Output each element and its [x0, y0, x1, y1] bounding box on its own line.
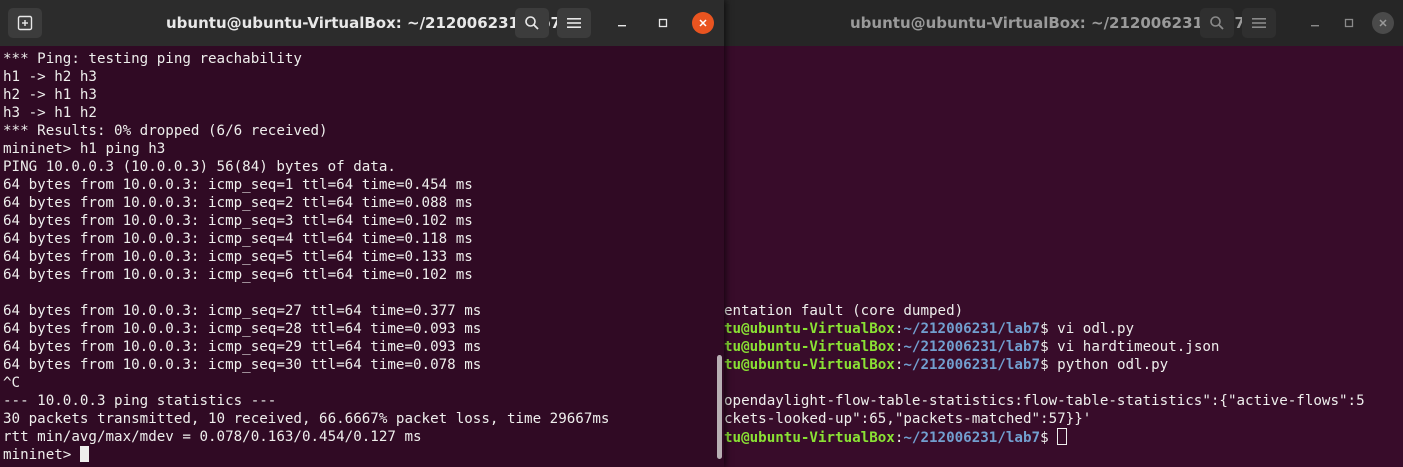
maximize-button[interactable]	[652, 12, 674, 34]
background-terminal-output[interactable]: entation fault (core dumped) tu@ubuntu-Vi…	[724, 46, 1403, 467]
prompt-command: vi hardtimeout.json	[1048, 339, 1220, 355]
search-icon	[525, 16, 539, 30]
terminal-line: *** Ping: testing ping reachability	[3, 51, 302, 67]
terminal-scrollbar[interactable]	[717, 355, 722, 459]
terminal-line: 64 bytes from 10.0.0.3: icmp_seq=5 ttl=6…	[3, 249, 473, 265]
prompt-user: tu@ubuntu-VirtualBox	[724, 430, 895, 446]
terminal-line: tu@ubuntu-VirtualBox:~/212006231/lab7$ v…	[724, 320, 1134, 338]
prompt-user: tu@ubuntu-VirtualBox	[724, 339, 895, 355]
hamburger-menu-icon	[1252, 18, 1266, 28]
terminal-line: tu@ubuntu-VirtualBox:~/212006231/lab7$ v…	[724, 338, 1219, 356]
prompt-symbol: $	[1040, 430, 1049, 446]
prompt-user: tu@ubuntu-VirtualBox	[724, 321, 895, 337]
search-icon	[1210, 16, 1224, 30]
background-close-button[interactable]	[1372, 12, 1394, 34]
terminal-line: 64 bytes from 10.0.0.3: icmp_seq=4 ttl=6…	[3, 231, 473, 247]
terminal-line: 64 bytes from 10.0.0.3: icmp_seq=30 ttl=…	[3, 357, 482, 373]
close-button[interactable]	[692, 12, 714, 34]
terminal-line: h2 -> h1 h3	[3, 87, 97, 103]
close-icon	[699, 19, 707, 27]
new-tab-icon	[17, 15, 33, 31]
terminal-line: --- 10.0.0.3 ping statistics ---	[3, 393, 277, 409]
terminal-line: 64 bytes from 10.0.0.3: icmp_seq=2 ttl=6…	[3, 195, 473, 211]
terminal-line: h1 -> h2 h3	[3, 69, 97, 85]
minimize-button[interactable]	[611, 12, 633, 34]
background-menu-button[interactable]	[1242, 8, 1276, 38]
minimize-icon	[618, 25, 626, 27]
prompt-path: ~/212006231/lab7	[903, 430, 1041, 446]
prompt-path: ~/212006231/lab7	[903, 339, 1041, 355]
hamburger-menu-icon	[567, 18, 581, 28]
prompt-command	[1049, 430, 1058, 446]
prompt-path: ~/212006231/lab7	[903, 321, 1041, 337]
terminal-line: ckets-looked-up":65,"packets-matched":57…	[724, 411, 1092, 427]
prompt-path: ~/212006231/lab7	[903, 357, 1041, 373]
terminal-line: 64 bytes from 10.0.0.3: icmp_seq=1 ttl=6…	[3, 177, 473, 193]
prompt-symbol: $	[1040, 339, 1049, 355]
terminal-line: PING 10.0.0.3 (10.0.0.3) 56(84) bytes of…	[3, 159, 396, 175]
prompt-command: vi odl.py	[1048, 321, 1135, 337]
new-tab-button[interactable]	[8, 8, 42, 38]
terminal-line: ^C	[3, 375, 21, 391]
terminal-cursor	[79, 446, 89, 462]
terminal-line: mininet>	[3, 446, 89, 464]
foreground-terminal-window[interactable]: ubuntu@ubuntu-VirtualBox: ~/212006231/la…	[0, 0, 724, 467]
prompt-command: python odl.py	[1048, 357, 1169, 373]
terminal-line: 64 bytes from 10.0.0.3: icmp_seq=3 ttl=6…	[3, 213, 473, 229]
terminal-line: 30 packets transmitted, 10 received, 66.…	[3, 411, 610, 427]
search-button[interactable]	[515, 8, 549, 38]
terminal-cursor	[1057, 428, 1068, 445]
terminal-line: *** Results: 0% dropped (6/6 received)	[3, 123, 328, 139]
maximize-icon	[658, 18, 668, 28]
terminal-line: rtt min/avg/max/mdev = 0.078/0.163/0.454…	[3, 429, 422, 445]
foreground-window-title: ubuntu@ubuntu-VirtualBox: ~/212006231/la…	[166, 14, 561, 32]
prompt-symbol: $	[1040, 321, 1049, 337]
terminal-line: entation fault (core dumped)	[724, 303, 964, 319]
background-terminal-window[interactable]: ubuntu@ubuntu-VirtualBox: ~/212006231/la…	[724, 0, 1403, 467]
prompt-user: tu@ubuntu-VirtualBox	[724, 357, 895, 373]
terminal-line: 64 bytes from 10.0.0.3: icmp_seq=29 ttl=…	[3, 339, 482, 355]
background-minimize-button[interactable]	[1304, 12, 1326, 34]
terminal-line: 64 bytes from 10.0.0.3: icmp_seq=27 ttl=…	[3, 303, 482, 319]
foreground-terminal-output[interactable]: *** Ping: testing ping reachability h1 ->…	[0, 46, 724, 467]
background-maximize-button[interactable]	[1338, 12, 1360, 34]
background-search-button[interactable]	[1200, 8, 1234, 38]
terminal-line: opendaylight-flow-table-statistics:flow-…	[724, 393, 1365, 409]
maximize-icon	[1344, 18, 1354, 28]
terminal-line: mininet> h1 ping h3	[3, 141, 166, 157]
background-window-title: ubuntu@ubuntu-VirtualBox: ~/212006231/la…	[850, 14, 1245, 32]
terminal-line: h3 -> h1 h2	[3, 105, 97, 121]
minimize-icon	[1311, 25, 1319, 27]
terminal-line: 64 bytes from 10.0.0.3: icmp_seq=6 ttl=6…	[3, 267, 473, 283]
terminal-line: 64 bytes from 10.0.0.3: icmp_seq=28 ttl=…	[3, 321, 482, 337]
close-icon	[1379, 19, 1387, 27]
menu-button[interactable]	[557, 8, 591, 38]
terminal-line: tu@ubuntu-VirtualBox:~/212006231/lab7$	[724, 428, 1068, 446]
foreground-window-titlebar[interactable]: ubuntu@ubuntu-VirtualBox: ~/212006231/la…	[0, 0, 724, 46]
terminal-line: tu@ubuntu-VirtualBox:~/212006231/lab7$ p…	[724, 356, 1168, 374]
prompt-symbol: $	[1040, 357, 1049, 373]
background-window-titlebar[interactable]: ubuntu@ubuntu-VirtualBox: ~/212006231/la…	[724, 0, 1403, 46]
